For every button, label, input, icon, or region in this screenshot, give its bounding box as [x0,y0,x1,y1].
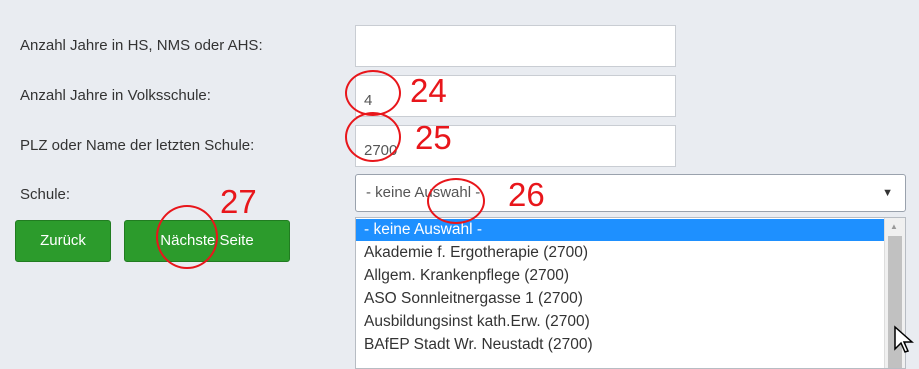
annotation-number-26: 26 [508,176,545,213]
years-hs-label: Anzahl Jahre in HS, NMS oder AHS: [20,37,263,54]
annotation-number-25: 25 [415,119,452,156]
annotation-circle-26 [427,178,485,224]
scroll-up-icon[interactable]: ▲ [890,222,898,231]
annotation-number-27: 27 [220,183,257,220]
mouse-cursor-icon [894,325,914,353]
dropdown-option[interactable]: - keine Auswahl - [356,219,886,241]
plz-input[interactable]: 2700 [355,125,676,167]
years-vs-input[interactable]: 4 [355,75,676,117]
dropdown-option[interactable]: Ausbildungsinst kath.Erw. (2700) [356,311,886,333]
annotation-number-24: 24 [410,72,447,109]
years-hs-input[interactable] [355,25,676,67]
years-vs-label: Anzahl Jahre in Volksschule: [20,87,211,104]
dropdown-option[interactable]: BAfEP Stadt Wr. Neustadt (2700) [356,334,886,356]
annotation-circle-25 [345,112,401,162]
dropdown-option[interactable]: Allgem. Krankenpflege (2700) [356,265,886,287]
school-dropdown-list[interactable]: - keine Auswahl - Akademie f. Ergotherap… [355,217,906,369]
annotation-circle-24 [345,70,401,116]
school-label: Schule: [20,186,71,203]
dropdown-option[interactable]: ASO Sonnleitnergasse 1 (2700) [356,288,886,310]
back-button[interactable]: Zurück [15,220,111,262]
plz-label: PLZ oder Name der letzten Schule: [20,137,255,154]
dropdown-option[interactable]: Akademie f. Ergotherapie (2700) [356,242,886,264]
chevron-down-icon: ▼ [882,187,893,199]
annotation-circle-27 [156,205,218,269]
